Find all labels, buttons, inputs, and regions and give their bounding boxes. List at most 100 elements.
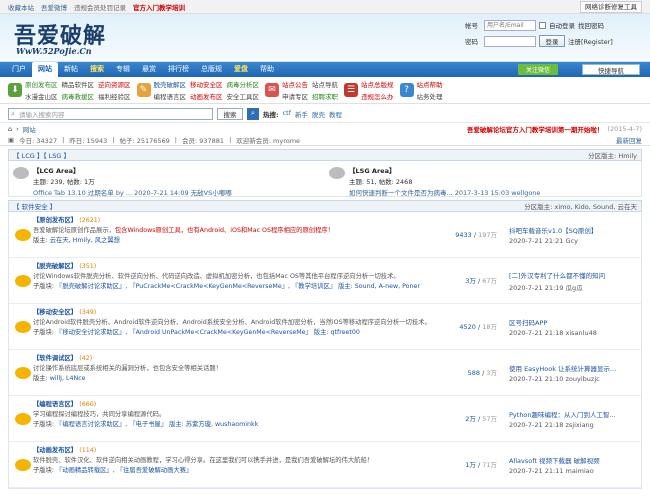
auto-login-checkbox[interactable] <box>539 21 546 29</box>
forum-description: 软件脱壳、软件汉化、软件逆向相关动画教程，学习心得分享。在这里我们可以携手并进，… <box>33 457 374 464</box>
forum-last-post: [二]外汉专利了什么都不懂的知问 2020-7-21 21:19 瓜g瓜 <box>503 261 637 300</box>
forum-new-icon <box>15 413 31 425</box>
forum-today-count: (2621) <box>79 217 101 224</box>
last-post-title[interactable]: Allavsoft 视频下载器 破解视频 <box>509 455 637 465</box>
nav-item[interactable]: 排行榜 <box>162 62 195 77</box>
nav-item[interactable]: 悬赏 <box>136 62 162 77</box>
quick-link[interactable]: 原创发布区 <box>25 79 58 89</box>
forum-title[interactable]: 【移动安全区】 <box>33 309 77 316</box>
forum-cell[interactable]: 【LSG Area】 主题: 51, 帖数: 2468 如何快速判断一个文件是否… <box>325 161 641 197</box>
quick-nav-dropdown[interactable]: 快捷导航 <box>582 64 640 75</box>
quick-link[interactable]: 招聘求职 <box>312 91 338 101</box>
quick-link[interactable]: 病毒分析区 <box>227 79 260 89</box>
forum-title[interactable]: 【原创发布区】 <box>33 217 77 224</box>
stat-members: 会员: 937881 <box>181 137 225 145</box>
network-repair-link[interactable]: 网络诊断修复工具 <box>580 0 642 13</box>
account-label: 帐号 <box>465 22 478 30</box>
wechat-follow-button[interactable]: 关注微信 <box>518 64 558 75</box>
retrieve-password-link[interactable]: 找回密码 <box>578 20 604 30</box>
breadcrumb-current[interactable]: 网站 <box>23 124 36 134</box>
quick-link[interactable]: 站务处理 <box>417 91 443 101</box>
hot-link[interactable]: 新手 <box>295 109 308 119</box>
latest-reply-link[interactable]: 最新回复 <box>616 135 642 145</box>
punish-record-link[interactable]: 违规会员处罚记录 <box>74 2 126 12</box>
help-icon: ? <box>399 83 414 97</box>
last-post-meta: 2020-7-21 21:11 maimiao <box>509 466 594 475</box>
forum-new-icon <box>15 275 31 287</box>
quick-link[interactable]: 移动安全区 <box>190 79 223 89</box>
nav-item[interactable]: 网站 <box>32 62 58 77</box>
forum-row: 【移动安全区】 (349) 讨论Android软件脱壳分析、Android软件逆向… <box>9 304 641 350</box>
search-input[interactable]: ⌕ 请输入搜索内容 <box>8 107 213 120</box>
quick-link[interactable]: 违规怎么办 <box>361 91 394 101</box>
forum-description: 讨论操作系统底层或系统相关的漏洞分析，也包含安全等相关话题！ <box>33 365 222 372</box>
quick-link[interactable]: 精品软件区 <box>62 79 95 89</box>
nav-item[interactable]: 门户 <box>6 62 32 77</box>
forum-title[interactable]: 【动画发布区】 <box>33 447 77 454</box>
quick-link[interactable]: 动画发布区 <box>190 91 223 101</box>
forum-row: 【原创发布区】 (2621) 吾爱破解论坛原创作品展示，包含Windows原创工具… <box>9 212 641 258</box>
weibo-link[interactable]: 吾爱微博 <box>41 2 67 12</box>
login-form: 帐号 自动登录 找回密码 密码 登录 注册[Register] <box>465 18 650 48</box>
favorite-link[interactable]: 收藏本站 <box>8 2 34 12</box>
site-header: 吾爱破解 WwW.52PoJie.Cn 帐号 自动登录 找回密码 密码 登录 注… <box>0 14 650 62</box>
hot-link[interactable]: 脱壳 <box>312 109 325 119</box>
site-logo[interactable]: 吾爱破解 WwW.52PoJie.Cn <box>14 18 132 58</box>
last-post-meta: 2020-7-21 21:18 xisanlu48 <box>509 328 597 337</box>
hot-search: 热搜: ctf 新手 脱壳 教程 <box>263 109 342 119</box>
quick-link[interactable]: 站点帮助 <box>417 79 443 89</box>
forum-today-count: (349) <box>79 309 97 316</box>
quick-link[interactable]: 安全工具区 <box>227 91 260 101</box>
nav-item[interactable]: 爱盘 <box>228 62 254 77</box>
home-icon[interactable]: ⌂ <box>8 125 12 133</box>
download-icon: ⬇ <box>8 83 22 97</box>
forum-title[interactable]: 【脱壳破解区】 <box>33 263 77 270</box>
last-post-title[interactable]: 区号扫码APP <box>509 317 637 327</box>
register-link[interactable]: 注册[Register] <box>568 36 613 46</box>
login-button[interactable]: 登录 <box>539 35 565 47</box>
quick-link[interactable]: 申请专区 <box>282 91 308 101</box>
last-post-title[interactable]: Python趣味编程：从入门到人工智... <box>509 409 637 419</box>
top-strip: 收藏本站 吾爱微博 违规会员处罚记录 官方入门教学培训 网络诊断修复工具 <box>0 0 650 14</box>
quick-link[interactable]: 站点导航 <box>312 79 338 89</box>
last-post-title[interactable]: [二]外汉专利了什么都不懂的知问 <box>509 270 637 280</box>
hot-link[interactable]: ctf <box>283 109 291 119</box>
training-link[interactable]: 官方入门教学培训 <box>133 2 185 12</box>
quick-link[interactable]: 病毒救援区 <box>62 91 95 101</box>
stat-yesterday: 昨日: 15943 <box>69 137 108 145</box>
nav-item[interactable]: 专辑 <box>110 62 136 77</box>
forum-list: 【原创发布区】 (2621) 吾爱破解论坛原创作品展示，包含Windows原创工具… <box>8 212 642 489</box>
nav-item[interactable]: 搜索 <box>84 62 110 77</box>
nav-item[interactable]: 帮助 <box>254 62 280 77</box>
quick-link[interactable]: 站点总版规 <box>361 79 394 89</box>
forum-counts: 588 / 3万 <box>467 369 497 377</box>
quick-link-group: ✉ 站点公告 站点导航 申请专区 招聘求职 <box>265 79 338 101</box>
last-post-title[interactable]: 使用 EasyHook 让系统计算器显示... <box>509 363 637 373</box>
quick-link[interactable]: 脱壳破解区 <box>154 79 187 89</box>
quick-link[interactable]: 编程语言区 <box>154 91 187 101</box>
forum-last-post: 区号扫码APP 2020-7-21 21:18 xisanlu48 <box>503 307 637 346</box>
nav-item[interactable]: 总版规 <box>195 62 228 77</box>
quick-link[interactable]: 站点公告 <box>282 79 308 89</box>
lcg-section: 【LCG Area】 主题: 239, 帖数: 1万 Office Tab 13… <box>8 161 642 197</box>
forum-title[interactable]: 【软件调试区】 <box>33 355 77 362</box>
quick-link[interactable]: 水漫金山区 <box>25 91 58 101</box>
search-type-select[interactable]: 搜索 <box>217 107 243 120</box>
forum-bubble-icon <box>13 167 29 179</box>
quick-link-group: ☰ 站点总版规 违规怎么办 <box>344 79 394 101</box>
nav-item[interactable]: 新帖 <box>58 62 84 77</box>
software-security-header[interactable]: 【 软件安全 】 分区版主: ximo, Kido, Sound, 云在天 <box>8 200 642 212</box>
hot-link[interactable]: 教程 <box>329 109 342 119</box>
quick-link[interactable]: 逆向资源区 <box>98 79 131 89</box>
forum-title[interactable]: 【编程语言区】 <box>33 401 77 408</box>
password-input[interactable] <box>484 35 536 47</box>
notice-link[interactable]: 吾爱破解论坛官方入门教学培训第一期开始啦！ <box>467 124 604 134</box>
quick-link[interactable]: 福利经验区 <box>98 91 131 101</box>
search-button[interactable]: ⌕ <box>247 107 259 120</box>
forum-counts: 3万 / 67万 <box>465 277 497 285</box>
account-input[interactable] <box>484 19 536 31</box>
last-post-title[interactable]: 抖吧车载音乐v1.0【SQ原创】 <box>509 225 637 235</box>
forum-cell[interactable]: 【LCG Area】 主题: 239, 帖数: 1万 Office Tab 13… <box>9 161 325 197</box>
stat-new-member: 欢迎新会员: myrome <box>236 137 301 145</box>
lcg-section-header[interactable]: 【 LCG 】【 LSG 】 分区版主: Hmily <box>8 149 642 161</box>
